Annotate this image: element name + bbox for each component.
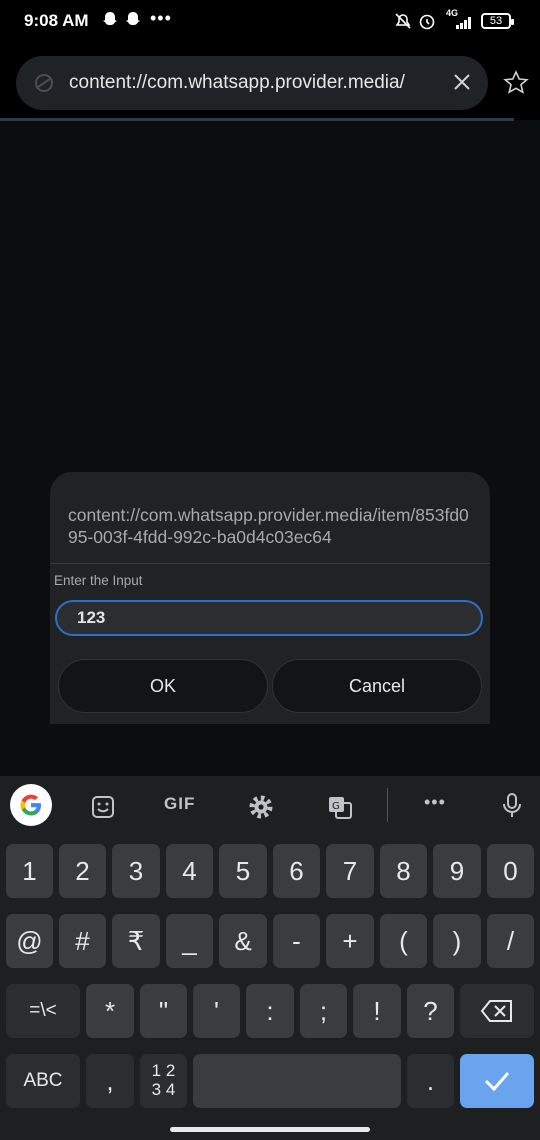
- key-slash[interactable]: /: [487, 914, 534, 968]
- backspace-key[interactable]: [460, 984, 534, 1038]
- key-colon[interactable]: :: [246, 984, 294, 1038]
- more-symbols-key[interactable]: =\<: [6, 984, 80, 1038]
- browser-toolbar: content://com.whatsapp.provider.media/: [0, 44, 540, 120]
- checkmark-icon: [484, 1072, 510, 1092]
- signal-icon: [456, 17, 471, 29]
- alarm-icon: [419, 14, 435, 30]
- key-2[interactable]: 2: [59, 844, 106, 898]
- key-underscore[interactable]: _: [166, 914, 213, 968]
- key-8[interactable]: 8: [380, 844, 427, 898]
- key-minus[interactable]: -: [273, 914, 320, 968]
- key-close-paren[interactable]: ): [433, 914, 481, 968]
- key-at[interactable]: @: [6, 914, 53, 968]
- numpad-label-bottom: 3 4: [151, 1080, 176, 1099]
- page-load-progress: [0, 118, 514, 121]
- keyboard-toolbar: GIF G •••: [0, 776, 540, 836]
- toolbar-divider: [387, 788, 388, 822]
- sticker-icon[interactable]: [90, 794, 116, 820]
- key-1[interactable]: 1: [6, 844, 53, 898]
- settings-gear-icon[interactable]: [248, 794, 274, 820]
- dialog-divider: [50, 563, 490, 564]
- status-time: 9:08 AM: [24, 11, 89, 30]
- key-open-paren[interactable]: (: [380, 914, 427, 968]
- input-label: Enter the Input: [54, 573, 143, 588]
- key-asterisk[interactable]: *: [86, 984, 134, 1038]
- done-key[interactable]: [460, 1054, 534, 1108]
- numpad-key[interactable]: 1 2 3 4: [140, 1054, 187, 1108]
- status-bar: 9:08 AM ••• 4G 53: [0, 0, 540, 44]
- dialog-input-field[interactable]: 123: [55, 600, 483, 636]
- bell-off-icon: [395, 13, 411, 29]
- cancel-button[interactable]: Cancel: [272, 659, 482, 713]
- key-ampersand[interactable]: &: [219, 914, 267, 968]
- key-6[interactable]: 6: [273, 844, 320, 898]
- key-4[interactable]: 4: [166, 844, 213, 898]
- dialog-message: content://com.whatsapp.provider.media/it…: [68, 505, 469, 547]
- key-question[interactable]: ?: [407, 984, 454, 1038]
- gesture-nav-bar[interactable]: [170, 1127, 370, 1132]
- key-5[interactable]: 5: [219, 844, 267, 898]
- more-notifications-icon: •••: [150, 8, 172, 28]
- abc-key[interactable]: ABC: [6, 1054, 80, 1108]
- key-hash[interactable]: #: [59, 914, 106, 968]
- space-key[interactable]: [193, 1054, 401, 1108]
- url-text[interactable]: content://com.whatsapp.provider.media/: [69, 72, 421, 94]
- key-3[interactable]: 3: [112, 844, 160, 898]
- key-plus[interactable]: +: [326, 914, 374, 968]
- ok-button[interactable]: OK: [58, 659, 268, 713]
- gif-button[interactable]: GIF: [164, 794, 195, 814]
- key-exclamation[interactable]: !: [353, 984, 401, 1038]
- input-dialog: content://com.whatsapp.provider.media/it…: [50, 472, 490, 724]
- key-0[interactable]: 0: [487, 844, 534, 898]
- backspace-icon: [480, 1000, 512, 1022]
- period-key[interactable]: .: [407, 1054, 454, 1108]
- numpad-label-top: 1 2: [151, 1061, 176, 1080]
- translate-icon[interactable]: G: [327, 794, 353, 820]
- svg-text:G: G: [332, 801, 340, 812]
- bookmark-star-icon[interactable]: [503, 70, 529, 96]
- url-field[interactable]: content://com.whatsapp.provider.media/: [16, 56, 488, 110]
- more-options-icon[interactable]: •••: [424, 792, 446, 813]
- key-9[interactable]: 9: [433, 844, 481, 898]
- key-single-quote[interactable]: ': [193, 984, 240, 1038]
- google-icon[interactable]: [10, 784, 52, 826]
- snapchat-icon: [103, 12, 117, 25]
- key-rupee[interactable]: ₹: [112, 914, 160, 968]
- key-semicolon[interactable]: ;: [300, 984, 347, 1038]
- battery-indicator: 53: [481, 13, 514, 29]
- comma-key[interactable]: ,: [86, 1054, 134, 1108]
- key-7[interactable]: 7: [326, 844, 374, 898]
- clear-url-icon[interactable]: [450, 70, 474, 94]
- site-info-icon[interactable]: [34, 73, 54, 93]
- snapchat-icon: [126, 12, 140, 25]
- key-double-quote[interactable]: ": [140, 984, 187, 1038]
- soft-keyboard: GIF G ••• 1 2 3 4 5 6 7 8 9 0 @ # ₹ _ & …: [0, 776, 540, 1140]
- microphone-icon[interactable]: [499, 792, 525, 818]
